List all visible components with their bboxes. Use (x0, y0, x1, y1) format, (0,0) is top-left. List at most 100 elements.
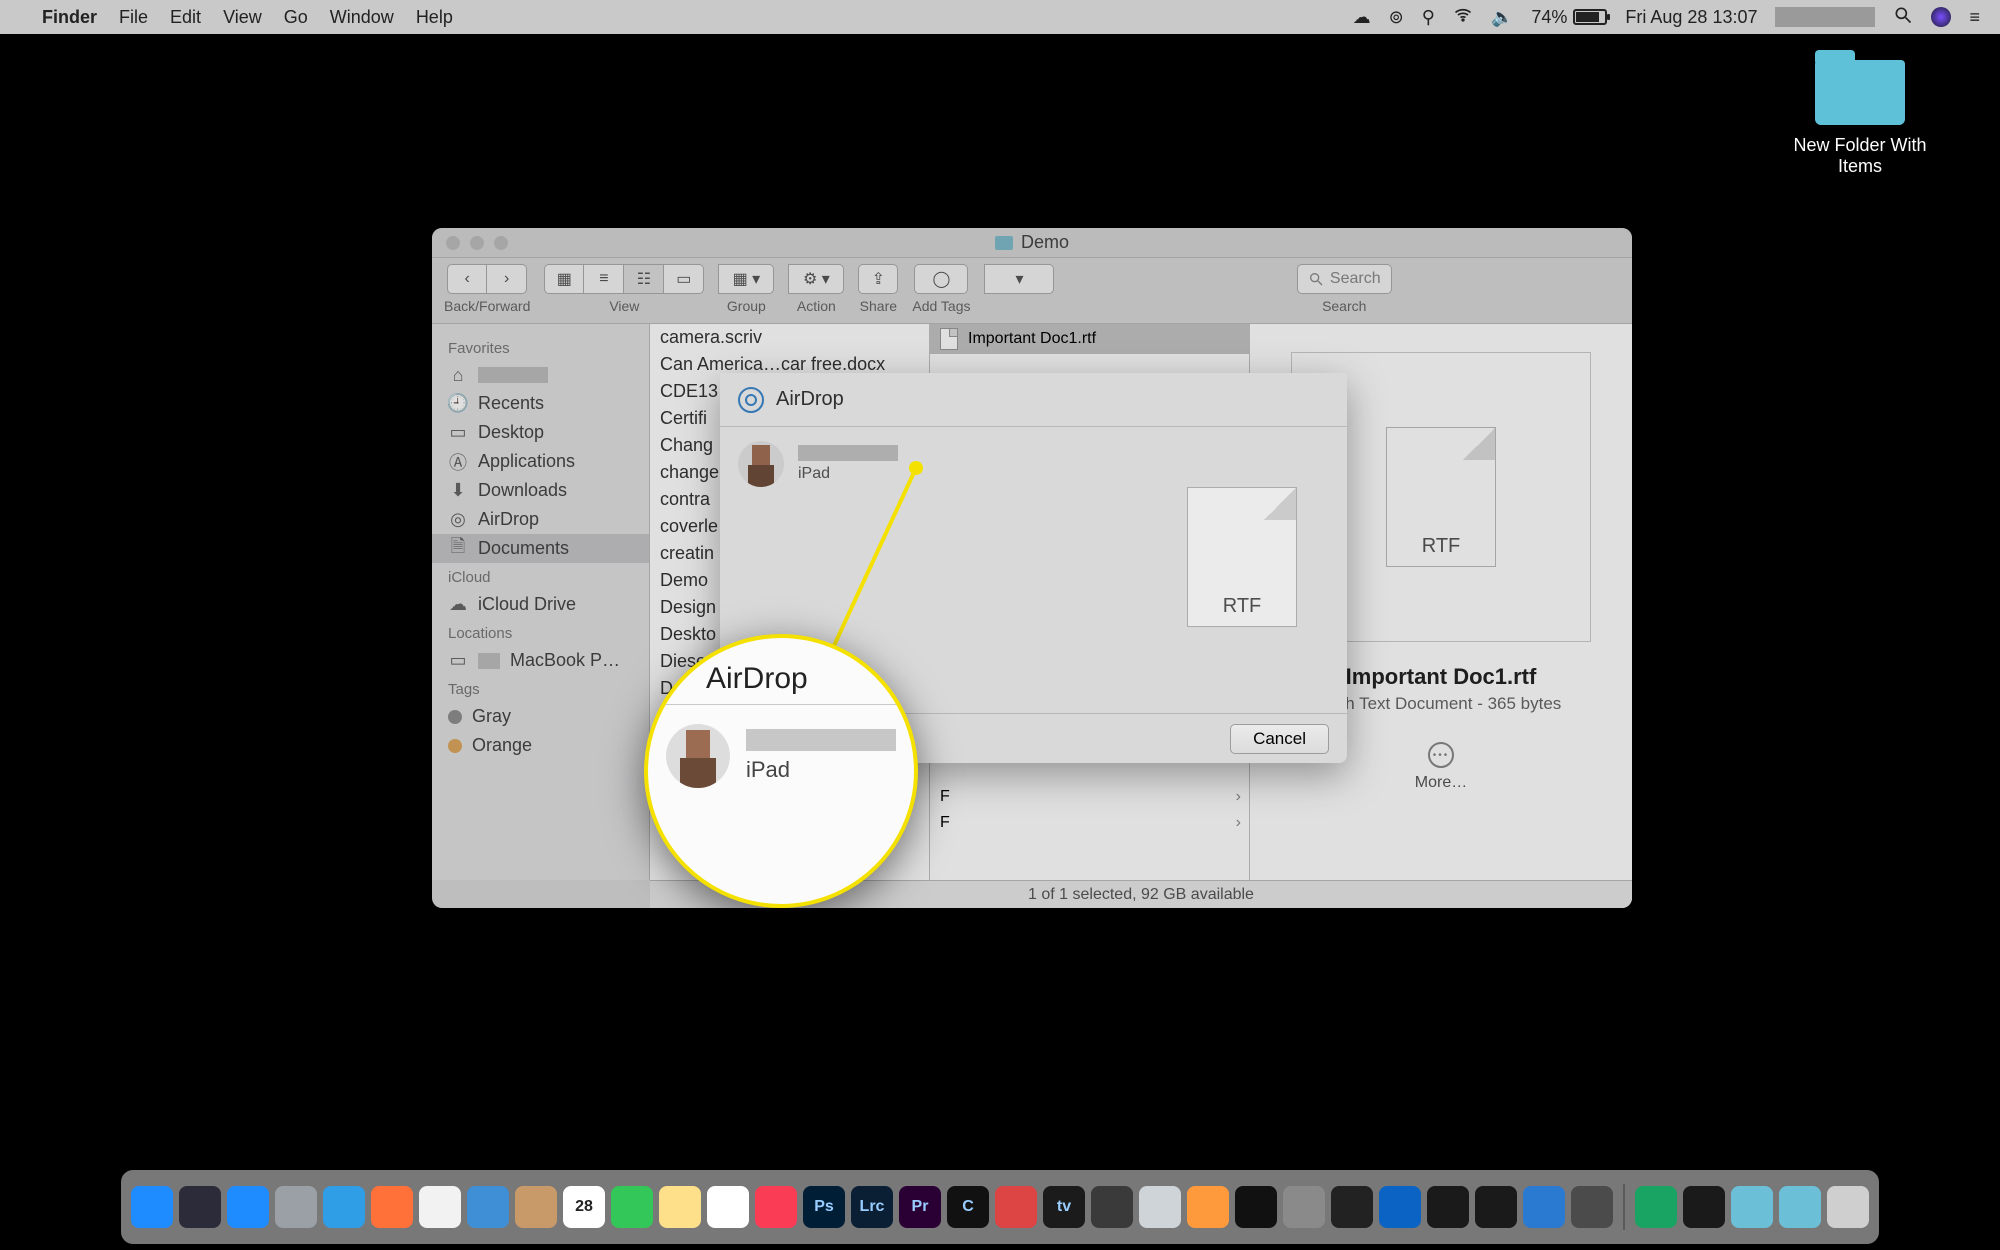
sidebar-item-desktop[interactable]: ▭Desktop (432, 418, 649, 447)
dock-app-launchpad[interactable] (275, 1186, 317, 1228)
dropdown-button[interactable]: ▾ (984, 264, 1054, 294)
dock-app-messages[interactable] (611, 1186, 653, 1228)
dock-app-app1[interactable] (995, 1186, 1037, 1228)
sidebar-item-downloads[interactable]: ⬇Downloads (432, 476, 649, 505)
selected-file[interactable]: Important Doc1.rtf (930, 324, 1249, 354)
dock-app-chrome[interactable] (419, 1186, 461, 1228)
dock-app-systemprefs[interactable] (1283, 1186, 1325, 1228)
dock-app-nikon1[interactable] (1427, 1186, 1469, 1228)
battery-status[interactable]: 74% (1531, 7, 1607, 28)
folder-icon (995, 236, 1013, 250)
recents-icon: 🕘 (448, 394, 468, 414)
dock-app-lightroom[interactable]: Lrc (851, 1186, 893, 1228)
sidebar-item-macbook[interactable]: ▭MacBook P… (432, 646, 649, 675)
search-placeholder: Search (1330, 270, 1381, 288)
app-menu[interactable]: Finder (42, 7, 97, 28)
dock-app-reminders[interactable] (707, 1186, 749, 1228)
preview-filename: Important Doc1.rtf (1346, 664, 1537, 690)
volume-icon[interactable]: 🔈 (1491, 7, 1513, 28)
dock-app-nikon2[interactable] (1475, 1186, 1517, 1228)
wifi-icon[interactable] (1453, 5, 1473, 30)
dock-app-siri[interactable] (179, 1186, 221, 1228)
sidebar-item-airdrop[interactable]: ◎AirDrop (432, 505, 649, 534)
dock-app-sublime[interactable] (1571, 1186, 1613, 1228)
file-row[interactable]: camera.scriv (650, 324, 929, 351)
steelseries-icon[interactable]: ⊚ (1389, 7, 1404, 28)
view-icons[interactable]: ▦ (544, 264, 584, 294)
dock-app-mail[interactable] (467, 1186, 509, 1228)
finder-toolbar: ‹ › Back/Forward ▦ ≡ ☷ ▭ View ▦ ▾ Group … (432, 258, 1632, 324)
menu-go[interactable]: Go (284, 7, 308, 28)
dock-app-onedrive[interactable] (1379, 1186, 1421, 1228)
spotlight-icon[interactable] (1893, 5, 1913, 30)
forward-button[interactable]: › (487, 264, 527, 294)
back-button[interactable]: ‹ (447, 264, 487, 294)
menu-file[interactable]: File (119, 7, 148, 28)
dock-app-notes[interactable] (659, 1186, 701, 1228)
tag-dot-icon (448, 739, 462, 753)
dock-app-folder[interactable] (1779, 1186, 1821, 1228)
sidebar-item-icloud-drive[interactable]: ☁︎iCloud Drive (432, 590, 649, 619)
search-field[interactable]: Search (1297, 264, 1392, 294)
dock-app-appstore[interactable] (227, 1186, 269, 1228)
menu-help[interactable]: Help (416, 7, 453, 28)
list-item[interactable]: F› (930, 810, 1249, 836)
share-button[interactable]: ⇪ (858, 264, 898, 294)
cancel-button[interactable]: Cancel (1230, 724, 1329, 754)
dock-app-downloads[interactable] (1731, 1186, 1773, 1228)
redacted (746, 729, 896, 751)
dock-app-trash[interactable] (1827, 1186, 1869, 1228)
dock-app-finder[interactable] (131, 1186, 173, 1228)
dock-app-contacts[interactable] (515, 1186, 557, 1228)
notification-center-icon[interactable]: ≡ (1969, 7, 1980, 28)
more-button[interactable]: ••• (1428, 742, 1454, 768)
dock-app-app2[interactable] (1331, 1186, 1373, 1228)
tags-button[interactable]: ◯ (914, 264, 968, 294)
sidebar-item-home[interactable]: ⌂ (432, 361, 649, 389)
sidebar-item-applications[interactable]: ⒶApplications (432, 447, 649, 476)
clock[interactable]: Fri Aug 28 13:07 (1625, 7, 1757, 28)
zoom-button[interactable] (494, 236, 508, 250)
dock-app-pages[interactable] (1187, 1186, 1229, 1228)
redacted (798, 445, 898, 461)
view-list[interactable]: ≡ (584, 264, 624, 294)
dock-app-vscode[interactable] (1523, 1186, 1565, 1228)
group-button[interactable]: ▦ ▾ (718, 264, 774, 294)
sidebar-tag-gray[interactable]: Gray (432, 702, 649, 731)
dock-app-quicktime[interactable] (1091, 1186, 1133, 1228)
view-columns[interactable]: ☷ (624, 264, 664, 294)
sidebar-item-recents[interactable]: 🕘 Recents (432, 389, 649, 418)
siri-icon[interactable] (1931, 7, 1951, 27)
dock-app-photoshop[interactable]: Ps (803, 1186, 845, 1228)
dock-app-preview[interactable] (1139, 1186, 1181, 1228)
dock-app-calendar[interactable]: 28 (563, 1186, 605, 1228)
cloud-icon[interactable]: ☁︎ (1353, 7, 1371, 28)
menu-window[interactable]: Window (330, 7, 394, 28)
airdrop-device[interactable]: iPad (738, 441, 1329, 487)
dock-app-capture[interactable]: C (947, 1186, 989, 1228)
dock-app-firefox[interactable] (371, 1186, 413, 1228)
menu-edit[interactable]: Edit (170, 7, 201, 28)
battery-pct: 74% (1531, 7, 1567, 28)
view-gallery[interactable]: ▭ (664, 264, 704, 294)
desktop-folder[interactable]: New Folder With Items (1780, 60, 1940, 177)
dock-app-appletv[interactable]: tv (1043, 1186, 1085, 1228)
finder-titlebar[interactable]: Demo (432, 228, 1632, 258)
dock-app-1password[interactable] (1683, 1186, 1725, 1228)
sidebar-item-label: Applications (478, 451, 575, 472)
list-item[interactable]: F› (930, 784, 1249, 810)
sidebar-item-label: Recents (478, 393, 544, 414)
bluetooth-icon[interactable]: ⚲ (1422, 7, 1435, 28)
minimize-button[interactable] (470, 236, 484, 250)
menu-view[interactable]: View (223, 7, 262, 28)
dock-app-terminal[interactable] (1235, 1186, 1277, 1228)
sidebar-item-documents[interactable]: 🗎Documents (432, 534, 649, 563)
dock-app-app3[interactable] (1635, 1186, 1677, 1228)
dock-app-premiere[interactable]: Pr (899, 1186, 941, 1228)
close-button[interactable] (446, 236, 460, 250)
toolbar-label-tags: Add Tags (912, 298, 970, 314)
dock-app-music[interactable] (755, 1186, 797, 1228)
action-button[interactable]: ⚙ ▾ (788, 264, 844, 294)
sidebar-tag-orange[interactable]: Orange (432, 731, 649, 760)
dock-app-safari[interactable] (323, 1186, 365, 1228)
